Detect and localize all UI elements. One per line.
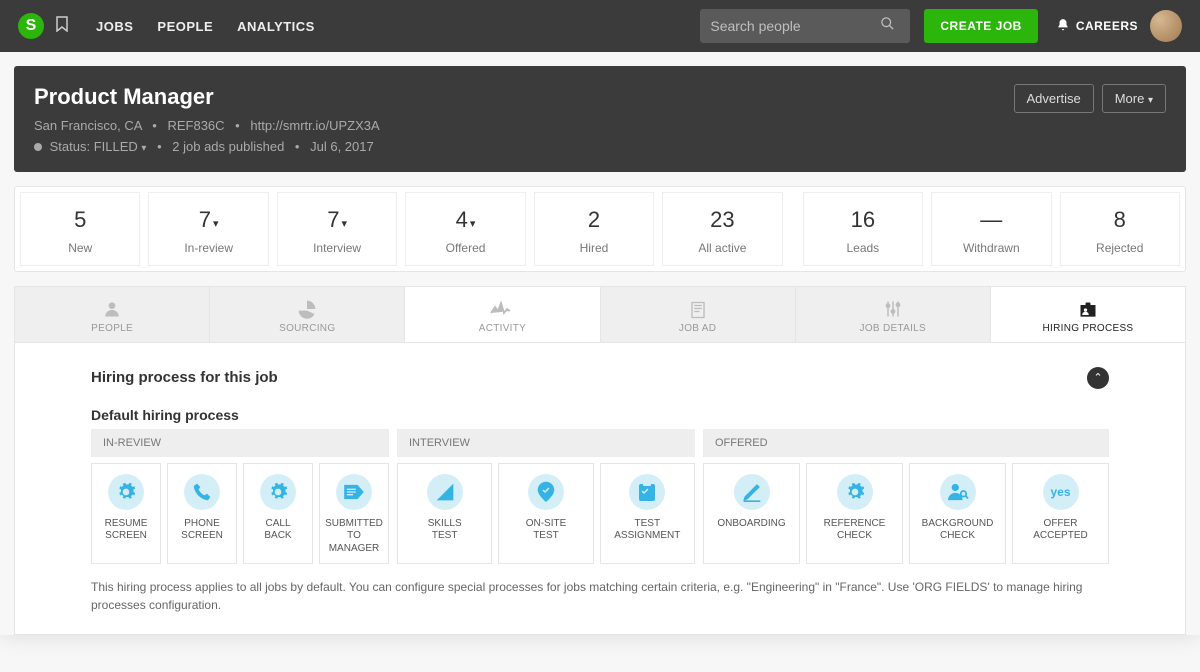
pencil-icon xyxy=(734,474,770,510)
stat-offered[interactable]: 4Offered xyxy=(405,192,525,266)
panel-subtitle: Default hiring process xyxy=(91,407,1109,423)
stat-in-review[interactable]: 7In-review xyxy=(148,192,268,266)
yes-icon: yes xyxy=(1043,474,1079,510)
job-link[interactable]: http://smrtr.io/UPZX3A xyxy=(250,118,379,133)
tab-job-details[interactable]: JOB DETAILS xyxy=(796,287,991,342)
step-onboarding[interactable]: ONBOARDING xyxy=(703,463,800,565)
advertise-button[interactable]: Advertise xyxy=(1014,84,1094,113)
stage-header-offered: OFFERED xyxy=(703,429,1109,457)
chevron-up-icon: ⌃ xyxy=(1093,371,1102,384)
nav-people[interactable]: PEOPLE xyxy=(157,19,213,34)
document-icon xyxy=(605,297,791,319)
pipeline-stats: 5New 7In-review 7Interview 4Offered 2Hir… xyxy=(14,186,1186,272)
activity-icon xyxy=(409,297,595,319)
job-title: Product Manager xyxy=(34,84,380,110)
stat-interview[interactable]: 7Interview xyxy=(277,192,397,266)
careers-label: CAREERS xyxy=(1076,19,1138,33)
pin-check-icon xyxy=(528,474,564,510)
step-call-back[interactable]: CALLBACK xyxy=(243,463,313,565)
gear-icon xyxy=(260,474,296,510)
chevron-down-icon[interactable]: ▾ xyxy=(141,143,146,154)
top-nav: S JOBS PEOPLE ANALYTICS CREATE JOB CAREE… xyxy=(0,0,1200,52)
ruler-icon xyxy=(427,474,463,510)
stat-leads[interactable]: 16Leads xyxy=(803,192,923,266)
step-onsite-test[interactable]: ON-SITETEST xyxy=(498,463,593,565)
step-resume-screen[interactable]: RESUMESCREEN xyxy=(91,463,161,565)
job-ads-count: 2 job ads published xyxy=(172,139,284,154)
search-icon xyxy=(880,16,895,36)
stage-group-in-review: RESUMESCREEN PHONESCREEN CALLBACK SUBMIT… xyxy=(91,463,389,565)
tab-sourcing[interactable]: SOURCING xyxy=(210,287,405,342)
step-background-check[interactable]: BACKGROUNDCHECK xyxy=(909,463,1006,565)
step-test-assignment[interactable]: TESTASSIGNMENT xyxy=(600,463,695,565)
stage-header-interview: INTERVIEW xyxy=(397,429,695,457)
phone-icon xyxy=(184,474,220,510)
job-location: San Francisco, CA xyxy=(34,118,142,133)
nav-analytics[interactable]: ANALYTICS xyxy=(237,19,315,34)
search-input-wrap[interactable] xyxy=(700,9,910,43)
chevron-down-icon: ▾ xyxy=(1148,95,1153,106)
stat-new[interactable]: 5New xyxy=(20,192,140,266)
stat-hired[interactable]: 2Hired xyxy=(534,192,654,266)
gear-icon xyxy=(108,474,144,510)
status-label: Status: xyxy=(50,139,90,154)
collapse-button[interactable]: ⌃ xyxy=(1087,367,1109,389)
bell-icon xyxy=(1056,17,1070,36)
bookmark-icon[interactable] xyxy=(56,16,68,37)
step-phone-screen[interactable]: PHONESCREEN xyxy=(167,463,237,565)
submit-icon xyxy=(336,474,372,510)
stat-all-active[interactable]: 23All active xyxy=(662,192,782,266)
job-ref: REF836C xyxy=(167,118,224,133)
panel-footnote: This hiring process applies to all jobs … xyxy=(91,578,1109,614)
clipboard-icon xyxy=(629,474,665,510)
job-date: Jul 6, 2017 xyxy=(310,139,374,154)
stage-group-interview: SKILLSTEST ON-SITETEST TESTASSIGNMENT xyxy=(397,463,695,565)
tab-activity[interactable]: ACTIVITY xyxy=(405,287,600,342)
user-search-icon xyxy=(940,474,976,510)
sliders-icon xyxy=(800,297,986,319)
step-skills-test[interactable]: SKILLSTEST xyxy=(397,463,492,565)
step-submitted-to-manager[interactable]: SUBMITTEDTO MANAGER xyxy=(319,463,389,565)
panel-title: Hiring process for this job xyxy=(91,369,278,386)
job-tabs: PEOPLE SOURCING ACTIVITY JOB AD JOB DETA… xyxy=(14,286,1186,342)
step-reference-check[interactable]: REFERENCECHECK xyxy=(806,463,903,565)
stage-group-offered: ONBOARDING REFERENCECHECK BACKGROUNDCHEC… xyxy=(703,463,1109,565)
tab-job-ad[interactable]: JOB AD xyxy=(601,287,796,342)
person-icon xyxy=(19,297,205,319)
id-badge-icon xyxy=(995,297,1181,319)
nav-jobs[interactable]: JOBS xyxy=(96,19,133,34)
avatar[interactable] xyxy=(1150,10,1182,42)
search-input[interactable] xyxy=(710,18,880,34)
status-dot-icon xyxy=(34,143,42,151)
stage-header-in-review: IN-REVIEW xyxy=(91,429,389,457)
create-job-button[interactable]: CREATE JOB xyxy=(924,9,1037,43)
pie-icon xyxy=(214,297,400,319)
stat-withdrawn[interactable]: —Withdrawn xyxy=(931,192,1051,266)
careers-link[interactable]: CAREERS xyxy=(1056,17,1138,36)
status-value[interactable]: FILLED xyxy=(94,139,138,154)
tab-people[interactable]: PEOPLE xyxy=(15,287,210,342)
stat-rejected[interactable]: 8Rejected xyxy=(1060,192,1180,266)
step-offer-accepted[interactable]: yes OFFERACCEPTED xyxy=(1012,463,1109,565)
job-header: Product Manager San Francisco, CA REF836… xyxy=(14,66,1186,172)
more-button[interactable]: More ▾ xyxy=(1102,84,1166,113)
gear-icon xyxy=(837,474,873,510)
hiring-process-panel: Hiring process for this job ⌃ Default hi… xyxy=(14,342,1186,636)
tab-hiring-process[interactable]: HIRING PROCESS xyxy=(991,287,1185,342)
logo-icon[interactable]: S xyxy=(18,13,44,39)
